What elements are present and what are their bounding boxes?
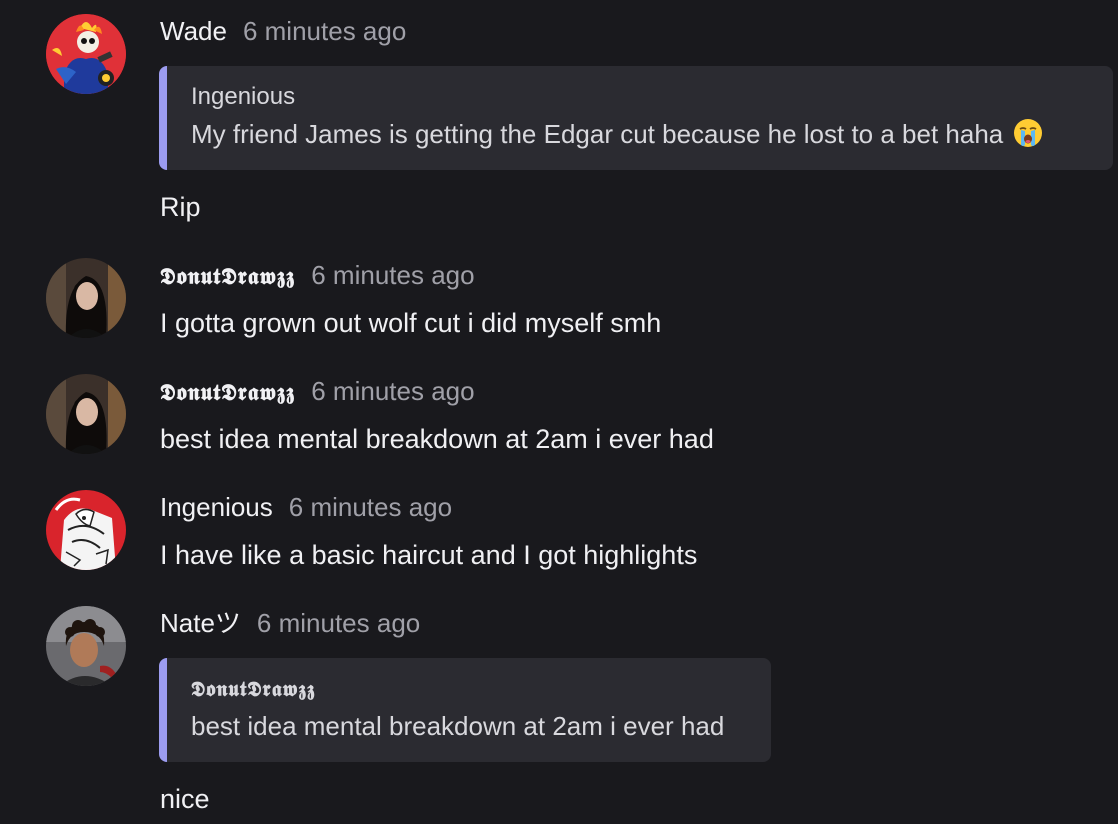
message-header: Ingenious 6 minutes ago <box>160 492 452 522</box>
avatar[interactable] <box>46 606 126 686</box>
reply-quote[interactable]: 𝕯𝖔𝖓𝖚𝖙𝕯𝖗𝖆𝖜𝖟𝖟 best idea mental breakdown a… <box>159 658 771 762</box>
message-header: 𝕯𝖔𝖓𝖚𝖙𝕯𝖗𝖆𝖜𝖟𝖟 6 minutes ago <box>160 260 475 292</box>
avatar[interactable] <box>46 490 126 570</box>
quote-text-content: My friend James is getting the Edgar cut… <box>191 119 1004 149</box>
message-text: I have like a basic haircut and I got hi… <box>160 540 698 570</box>
author-name[interactable]: Nateツ <box>160 608 241 638</box>
loudly-crying-face-icon <box>1014 119 1043 147</box>
curly-hair-boy-avatar-icon <box>46 606 126 686</box>
dark-hair-girl-avatar-icon <box>46 258 126 338</box>
avatar[interactable] <box>46 374 126 454</box>
reply-quote[interactable]: Ingenious My friend James is getting the… <box>159 66 1113 170</box>
timestamp: 6 minutes ago <box>311 260 475 290</box>
author-name[interactable]: Wade <box>160 16 227 46</box>
message-text: Rip <box>160 192 201 222</box>
message-feed: Wade 6 minutes ago Ingenious My friend Ja… <box>0 0 1118 824</box>
message-header: 𝕯𝖔𝖓𝖚𝖙𝕯𝖗𝖆𝖜𝖟𝖟 6 minutes ago <box>160 376 475 408</box>
timestamp: 6 minutes ago <box>288 492 453 522</box>
author-name[interactable]: 𝕯𝖔𝖓𝖚𝖙𝕯𝖗𝖆𝖜𝖟𝖟 <box>160 379 295 406</box>
avatar[interactable] <box>46 258 126 338</box>
message-text: I gotta grown out wolf cut i did myself … <box>160 308 662 338</box>
author-name[interactable]: Ingenious <box>160 492 273 522</box>
timestamp: 6 minutes ago <box>242 16 407 46</box>
timestamp: 6 minutes ago <box>311 376 475 406</box>
sketch-art-avatar-icon <box>46 490 126 570</box>
avatar[interactable] <box>46 14 126 94</box>
message-text: best idea mental breakdown at 2am i ever… <box>160 424 714 454</box>
dark-hair-girl-avatar-icon <box>46 374 126 454</box>
timestamp: 6 minutes ago <box>256 608 421 638</box>
author-name[interactable]: 𝕯𝖔𝖓𝖚𝖙𝕯𝖗𝖆𝖜𝖟𝖟 <box>160 263 295 290</box>
message-header: Nateツ 6 minutes ago <box>160 608 420 638</box>
quote-author: 𝕯𝖔𝖓𝖚𝖙𝕯𝖗𝖆𝖜𝖟𝖟 <box>191 676 316 701</box>
ghost-rider-avatar-icon <box>46 14 126 94</box>
quote-author: Ingenious <box>191 83 296 110</box>
message-header: Wade 6 minutes ago <box>160 16 406 46</box>
message-text: nice <box>160 784 210 814</box>
quote-text: My friend James is getting the Edgar cut… <box>191 118 1043 150</box>
quote-text: best idea mental breakdown at 2am i ever… <box>191 711 725 741</box>
